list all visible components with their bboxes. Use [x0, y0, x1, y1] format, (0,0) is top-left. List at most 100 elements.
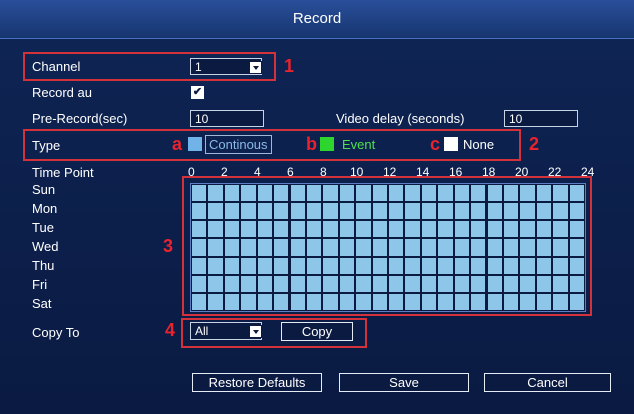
- schedule-cell[interactable]: [405, 203, 420, 220]
- schedule-cell[interactable]: [339, 293, 355, 310]
- schedule-cell[interactable]: [569, 185, 584, 202]
- schedule-cell[interactable]: [389, 257, 404, 274]
- schedule-cell[interactable]: [306, 257, 322, 274]
- schedule-cell[interactable]: [503, 203, 519, 220]
- schedule-cell[interactable]: [257, 293, 273, 310]
- schedule-cell[interactable]: [454, 221, 470, 238]
- schedule-cell[interactable]: [224, 221, 240, 238]
- schedule-grid[interactable]: [190, 183, 586, 312]
- schedule-cell[interactable]: [241, 221, 256, 238]
- schedule-cell[interactable]: [569, 239, 584, 256]
- save-button[interactable]: Save: [339, 373, 469, 392]
- schedule-cell[interactable]: [241, 203, 256, 220]
- schedule-cell[interactable]: [208, 293, 223, 310]
- schedule-cell[interactable]: [454, 257, 470, 274]
- schedule-cell[interactable]: [274, 203, 289, 220]
- schedule-cell[interactable]: [323, 275, 338, 292]
- schedule-cell[interactable]: [241, 257, 256, 274]
- schedule-cell[interactable]: [471, 239, 486, 256]
- schedule-cell[interactable]: [438, 185, 453, 202]
- schedule-cell[interactable]: [503, 221, 519, 238]
- schedule-cell[interactable]: [487, 239, 502, 256]
- schedule-cell[interactable]: [471, 293, 486, 310]
- schedule-cell[interactable]: [503, 293, 519, 310]
- schedule-cell[interactable]: [503, 275, 519, 292]
- schedule-cell[interactable]: [290, 185, 305, 202]
- schedule-cell[interactable]: [356, 275, 371, 292]
- schedule-cell[interactable]: [224, 257, 240, 274]
- schedule-cell[interactable]: [372, 221, 387, 238]
- schedule-cell[interactable]: [520, 221, 535, 238]
- none-option[interactable]: None: [463, 137, 494, 152]
- schedule-cell[interactable]: [257, 257, 273, 274]
- schedule-cell[interactable]: [372, 185, 387, 202]
- schedule-cell[interactable]: [471, 203, 486, 220]
- schedule-cell[interactable]: [389, 185, 404, 202]
- schedule-cell[interactable]: [569, 203, 584, 220]
- schedule-cell[interactable]: [520, 239, 535, 256]
- schedule-cell[interactable]: [306, 221, 322, 238]
- schedule-cell[interactable]: [520, 293, 535, 310]
- schedule-cell[interactable]: [290, 221, 305, 238]
- schedule-cell[interactable]: [536, 203, 552, 220]
- schedule-cell[interactable]: [389, 221, 404, 238]
- schedule-cell[interactable]: [389, 203, 404, 220]
- schedule-cell[interactable]: [306, 239, 322, 256]
- schedule-cell[interactable]: [520, 257, 535, 274]
- schedule-cell[interactable]: [241, 185, 256, 202]
- schedule-cell[interactable]: [372, 239, 387, 256]
- schedule-cell[interactable]: [323, 257, 338, 274]
- schedule-cell[interactable]: [241, 239, 256, 256]
- schedule-cell[interactable]: [192, 257, 207, 274]
- schedule-cell[interactable]: [224, 185, 240, 202]
- schedule-cell[interactable]: [487, 203, 502, 220]
- schedule-cell[interactable]: [339, 275, 355, 292]
- schedule-cell[interactable]: [224, 293, 240, 310]
- schedule-cell[interactable]: [421, 239, 437, 256]
- schedule-cell[interactable]: [372, 203, 387, 220]
- continuous-swatch-icon[interactable]: [188, 137, 202, 151]
- schedule-cell[interactable]: [471, 185, 486, 202]
- schedule-cell[interactable]: [323, 221, 338, 238]
- schedule-cell[interactable]: [372, 293, 387, 310]
- schedule-cell[interactable]: [257, 221, 273, 238]
- schedule-cell[interactable]: [520, 275, 535, 292]
- schedule-cell[interactable]: [192, 185, 207, 202]
- none-swatch-icon[interactable]: [444, 137, 458, 151]
- schedule-cell[interactable]: [536, 239, 552, 256]
- schedule-cell[interactable]: [306, 203, 322, 220]
- schedule-cell[interactable]: [389, 239, 404, 256]
- schedule-cell[interactable]: [339, 203, 355, 220]
- schedule-cell[interactable]: [290, 293, 305, 310]
- schedule-cell[interactable]: [208, 275, 223, 292]
- schedule-cell[interactable]: [471, 257, 486, 274]
- schedule-cell[interactable]: [323, 185, 338, 202]
- schedule-cell[interactable]: [536, 185, 552, 202]
- schedule-cell[interactable]: [569, 257, 584, 274]
- schedule-cell[interactable]: [487, 275, 502, 292]
- schedule-cell[interactable]: [389, 275, 404, 292]
- schedule-cell[interactable]: [438, 257, 453, 274]
- schedule-cell[interactable]: [536, 257, 552, 274]
- schedule-cell[interactable]: [454, 293, 470, 310]
- schedule-cell[interactable]: [405, 221, 420, 238]
- schedule-cell[interactable]: [487, 221, 502, 238]
- schedule-cell[interactable]: [208, 257, 223, 274]
- schedule-cell[interactable]: [471, 221, 486, 238]
- schedule-cell[interactable]: [553, 185, 568, 202]
- schedule-cell[interactable]: [503, 239, 519, 256]
- schedule-cell[interactable]: [553, 257, 568, 274]
- schedule-cell[interactable]: [487, 293, 502, 310]
- schedule-cell[interactable]: [553, 275, 568, 292]
- schedule-cell[interactable]: [421, 221, 437, 238]
- schedule-cell[interactable]: [438, 275, 453, 292]
- record-audio-checkbox[interactable]: ✔: [191, 86, 204, 99]
- schedule-cell[interactable]: [192, 221, 207, 238]
- schedule-cell[interactable]: [553, 203, 568, 220]
- schedule-cell[interactable]: [372, 257, 387, 274]
- schedule-cell[interactable]: [274, 293, 289, 310]
- schedule-cell[interactable]: [503, 257, 519, 274]
- schedule-cell[interactable]: [454, 185, 470, 202]
- event-swatch-icon[interactable]: [320, 137, 334, 151]
- schedule-cell[interactable]: [405, 185, 420, 202]
